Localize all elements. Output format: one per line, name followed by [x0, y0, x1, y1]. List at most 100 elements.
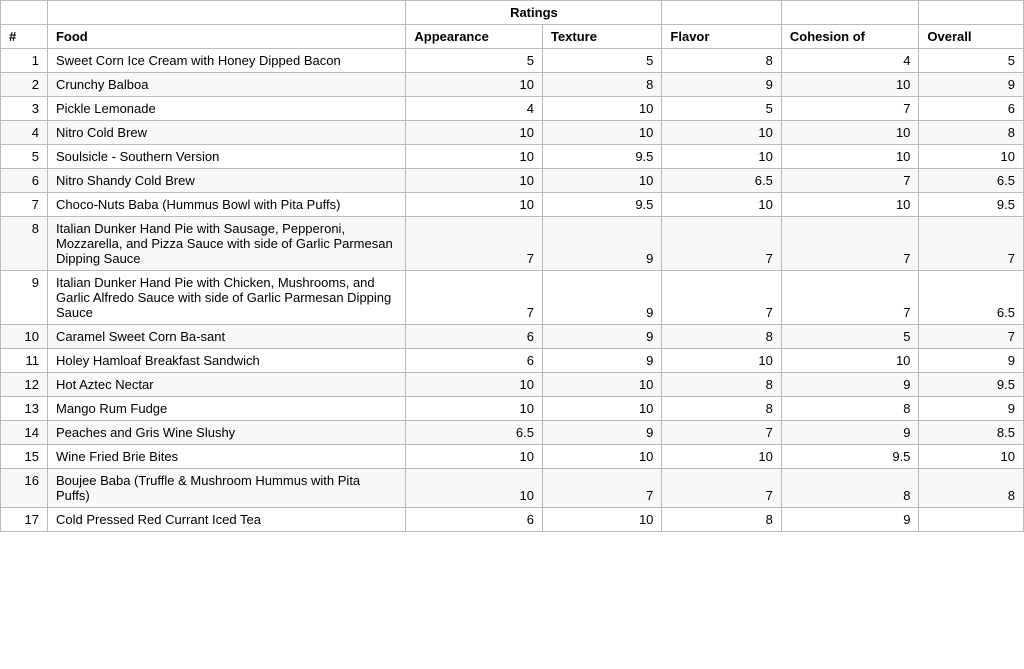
cell-appearance: 10	[406, 373, 543, 397]
table-row: 9Italian Dunker Hand Pie with Chicken, M…	[1, 271, 1024, 325]
table-row: 1Sweet Corn Ice Cream with Honey Dipped …	[1, 49, 1024, 73]
cell-row-num: 2	[1, 73, 48, 97]
header-row-labels: # Food Appearance Texture Flavor Cohesio…	[1, 25, 1024, 49]
cell-texture: 9	[542, 349, 661, 373]
table-row: 5Soulsicle - Southern Version109.5101010	[1, 145, 1024, 169]
cell-row-num: 7	[1, 193, 48, 217]
cell-cohesion: 9	[781, 373, 919, 397]
cell-texture: 10	[542, 169, 661, 193]
cell-cohesion: 10	[781, 145, 919, 169]
cell-texture: 9.5	[542, 145, 661, 169]
cell-texture: 10	[542, 397, 661, 421]
cell-food-name: Pickle Lemonade	[47, 97, 405, 121]
cell-cohesion: 10	[781, 193, 919, 217]
cell-row-num: 8	[1, 217, 48, 271]
table-row: 12Hot Aztec Nectar1010899.5	[1, 373, 1024, 397]
table-row: 14Peaches and Gris Wine Slushy6.59798.5	[1, 421, 1024, 445]
cell-food-name: Italian Dunker Hand Pie with Sausage, Pe…	[47, 217, 405, 271]
table-row: 16Boujee Baba (Truffle & Mushroom Hummus…	[1, 469, 1024, 508]
cell-appearance: 10	[406, 73, 543, 97]
col-header-ratings-group: Ratings	[406, 1, 662, 25]
cell-appearance: 10	[406, 169, 543, 193]
cell-cohesion: 7	[781, 271, 919, 325]
cell-texture: 10	[542, 373, 661, 397]
cell-flavor: 8	[662, 325, 781, 349]
col-header-texture-label: Texture	[542, 25, 661, 49]
col-header-flavor-blank	[662, 1, 781, 25]
cell-appearance: 10	[406, 121, 543, 145]
col-header-food-blank	[47, 1, 405, 25]
cell-appearance: 6	[406, 349, 543, 373]
col-header-flavor-label: Flavor	[662, 25, 781, 49]
table-row: 2Crunchy Balboa1089109	[1, 73, 1024, 97]
col-header-overall-blank	[919, 1, 1024, 25]
cell-cohesion: 9	[781, 421, 919, 445]
cell-overall: 9	[919, 397, 1024, 421]
cell-texture: 9	[542, 325, 661, 349]
cell-food-name: Crunchy Balboa	[47, 73, 405, 97]
cell-food-name: Mango Rum Fudge	[47, 397, 405, 421]
cell-flavor: 8	[662, 508, 781, 532]
cell-overall	[919, 508, 1024, 532]
cell-food-name: Caramel Sweet Corn Ba-sant	[47, 325, 405, 349]
cell-texture: 10	[542, 445, 661, 469]
cell-cohesion: 7	[781, 97, 919, 121]
cell-appearance: 10	[406, 193, 543, 217]
cell-flavor: 7	[662, 421, 781, 445]
cell-overall: 9	[919, 349, 1024, 373]
table-row: 17Cold Pressed Red Currant Iced Tea61089	[1, 508, 1024, 532]
cell-row-num: 16	[1, 469, 48, 508]
cell-flavor: 10	[662, 193, 781, 217]
cell-food-name: Cold Pressed Red Currant Iced Tea	[47, 508, 405, 532]
cell-cohesion: 7	[781, 169, 919, 193]
cell-texture: 9	[542, 271, 661, 325]
col-header-cohesion-label: Cohesion of	[781, 25, 919, 49]
cell-row-num: 10	[1, 325, 48, 349]
cell-cohesion: 10	[781, 349, 919, 373]
cell-row-num: 13	[1, 397, 48, 421]
cell-flavor: 10	[662, 349, 781, 373]
col-header-food-label: Food	[47, 25, 405, 49]
cell-cohesion: 8	[781, 397, 919, 421]
cell-row-num: 1	[1, 49, 48, 73]
cell-cohesion: 8	[781, 469, 919, 508]
col-header-num	[1, 1, 48, 25]
cell-appearance: 6	[406, 508, 543, 532]
cell-overall: 9.5	[919, 193, 1024, 217]
col-header-appearance-label: Appearance	[406, 25, 543, 49]
cell-overall: 6	[919, 97, 1024, 121]
cell-appearance: 6	[406, 325, 543, 349]
col-header-cohesion-blank	[781, 1, 919, 25]
cell-cohesion: 5	[781, 325, 919, 349]
cell-flavor: 8	[662, 49, 781, 73]
cell-texture: 10	[542, 508, 661, 532]
cell-flavor: 7	[662, 469, 781, 508]
cell-food-name: Boujee Baba (Truffle & Mushroom Hummus w…	[47, 469, 405, 508]
cell-overall: 10	[919, 445, 1024, 469]
cell-flavor: 10	[662, 145, 781, 169]
cell-overall: 7	[919, 325, 1024, 349]
cell-overall: 7	[919, 217, 1024, 271]
cell-food-name: Sweet Corn Ice Cream with Honey Dipped B…	[47, 49, 405, 73]
cell-appearance: 7	[406, 217, 543, 271]
cell-flavor: 9	[662, 73, 781, 97]
cell-overall: 8	[919, 121, 1024, 145]
cell-cohesion: 10	[781, 121, 919, 145]
cell-row-num: 15	[1, 445, 48, 469]
cell-texture: 9.5	[542, 193, 661, 217]
cell-appearance: 4	[406, 97, 543, 121]
cell-cohesion: 9	[781, 508, 919, 532]
cell-row-num: 9	[1, 271, 48, 325]
cell-row-num: 12	[1, 373, 48, 397]
cell-food-name: Wine Fried Brie Bites	[47, 445, 405, 469]
cell-cohesion: 9.5	[781, 445, 919, 469]
cell-cohesion: 10	[781, 73, 919, 97]
cell-row-num: 17	[1, 508, 48, 532]
cell-overall: 8.5	[919, 421, 1024, 445]
cell-appearance: 5	[406, 49, 543, 73]
cell-flavor: 10	[662, 445, 781, 469]
table-row: 4Nitro Cold Brew101010108	[1, 121, 1024, 145]
cell-food-name: Nitro Cold Brew	[47, 121, 405, 145]
cell-flavor: 10	[662, 121, 781, 145]
cell-flavor: 7	[662, 271, 781, 325]
